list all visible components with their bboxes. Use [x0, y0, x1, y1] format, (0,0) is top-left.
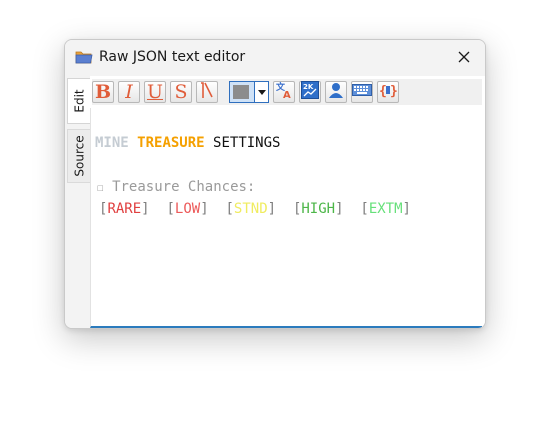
strikethrough-icon: S: [174, 80, 188, 103]
nbt-icon: { }: [379, 81, 398, 103]
chance-rare: RARE: [107, 201, 142, 217]
bullet-icon: ☐: [97, 181, 104, 194]
treasure-chances-label: Treasure Chances:: [112, 179, 256, 195]
close-icon: [457, 49, 471, 68]
underline-button[interactable]: U: [144, 81, 166, 103]
player-selector-icon: [328, 81, 344, 103]
editor-line-2: ☐ Treasure Chances:: [97, 179, 255, 195]
nbt-button[interactable]: { }: [377, 81, 399, 103]
svg-text:}: }: [390, 84, 397, 99]
vertical-tab-strip: Edit Source: [65, 76, 91, 328]
chance-stnd: STND: [233, 201, 268, 217]
chance-high: HIGH: [301, 201, 336, 217]
italic-button[interactable]: I: [118, 81, 140, 103]
word-settings: SETTINGS: [213, 135, 281, 151]
tab-source[interactable]: Source: [67, 129, 91, 183]
editor-line-3: [RARE] [LOW] [STND] [HIGH] [EXTM]: [99, 201, 411, 217]
keyboard-button[interactable]: [351, 81, 373, 103]
bold-button[interactable]: B: [92, 81, 114, 103]
svg-text:2K: 2K: [303, 83, 314, 91]
chevron-down-icon: [254, 82, 268, 102]
chance-low: LOW: [174, 201, 201, 217]
tab-edit[interactable]: Edit: [67, 78, 91, 124]
color-swatch: [233, 85, 249, 99]
italic-icon: I: [125, 80, 133, 103]
selector-button[interactable]: [325, 81, 347, 103]
format-toolbar: B I U S 文 A 2K {: [92, 79, 482, 105]
strikethrough-button[interactable]: S: [170, 81, 192, 103]
word-treasure: TREASURE: [137, 135, 205, 151]
json-editor-window: Raw JSON text editor Edit Source B I U S…: [64, 39, 486, 329]
tab-edit-label: Edit: [72, 89, 87, 113]
text-editor-area[interactable]: MINE TREASURE SETTINGS ☐ Treasure Chance…: [90, 108, 482, 328]
title-bar[interactable]: Raw JSON text editor: [65, 40, 485, 76]
close-button[interactable]: [449, 44, 479, 72]
edit-panel: B I U S 文 A 2K {MINE TREASURE SETTINGS …: [90, 76, 485, 328]
keyboard-icon: [352, 82, 372, 102]
tab-source-label: Source: [72, 135, 87, 177]
keybind-icon: 2K: [301, 81, 319, 103]
folder-icon: [75, 49, 93, 65]
obfuscate-icon: [199, 81, 215, 103]
obfuscate-button[interactable]: [196, 81, 218, 103]
translate-icon: 文 A: [275, 81, 293, 103]
translate-button[interactable]: 文 A: [273, 81, 295, 103]
svg-text:A: A: [283, 90, 291, 99]
keybind-button[interactable]: 2K: [299, 81, 321, 103]
svg-text:{: {: [379, 84, 387, 99]
text-color-dropdown[interactable]: [229, 81, 269, 103]
chance-extm: EXTM: [368, 201, 403, 217]
bold-icon: B: [94, 80, 112, 103]
underline-icon: U: [146, 80, 163, 103]
window-title: Raw JSON text editor: [99, 49, 246, 65]
editor-line-1: MINE TREASURE SETTINGS: [95, 135, 280, 151]
word-mine: MINE: [95, 135, 129, 151]
